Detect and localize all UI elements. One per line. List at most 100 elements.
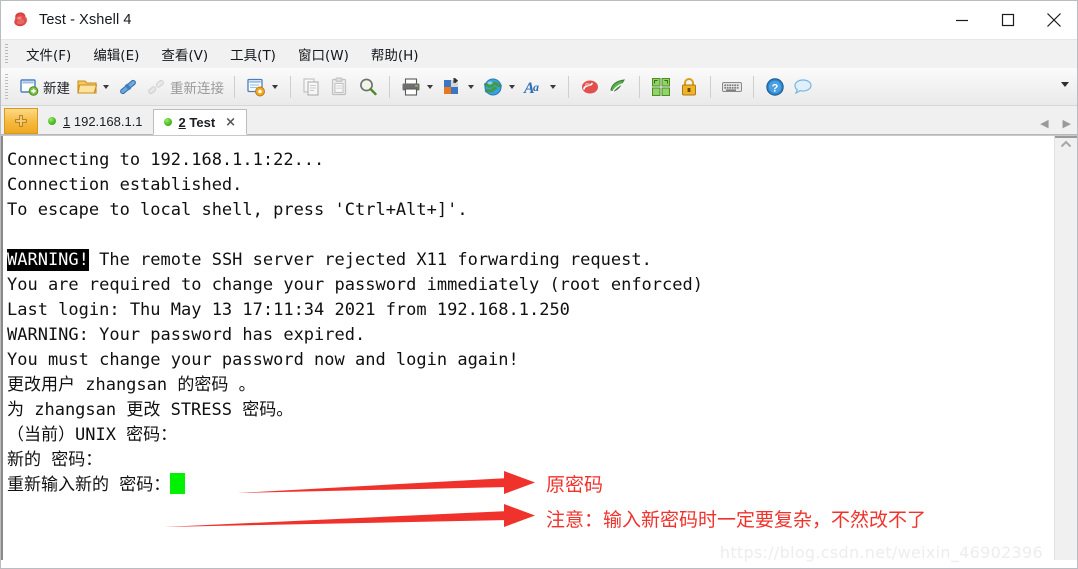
xftp-icon <box>607 76 629 98</box>
close-icon[interactable] <box>1031 1 1077 39</box>
lock-button[interactable] <box>675 72 703 102</box>
toolbar-separator <box>389 75 390 98</box>
tab-number: 2 <box>178 114 186 130</box>
menu-grip-handle[interactable] <box>5 44 8 65</box>
tab-status-icon <box>163 118 172 126</box>
help-button[interactable]: ? <box>761 72 789 102</box>
compose-pane-icon <box>650 76 672 98</box>
toolbar-grip-handle[interactable] <box>5 74 8 100</box>
window-controls <box>939 1 1077 39</box>
tab-number: 1 <box>63 113 71 129</box>
web-button[interactable] <box>479 72 520 102</box>
terminal-line: WARNING: Your password has expired. <box>7 325 366 345</box>
toolbar-overflow-icon[interactable] <box>1061 82 1069 87</box>
terminal-line: Connection established. <box>7 175 243 195</box>
xftp-button[interactable] <box>604 72 632 102</box>
print-dropdown-icon[interactable] <box>427 84 433 89</box>
font-icon: A a <box>523 76 545 98</box>
tab-scroll-right-icon[interactable]: ▶ <box>1063 117 1071 130</box>
disconnect-icon <box>145 76 167 98</box>
reconnect-label: 重新连接 <box>170 80 224 97</box>
terminal-line: Last login: Thu May 13 17:11:34 2021 fro… <box>7 300 570 320</box>
terminal-line: Connecting to 192.168.1.1:22... <box>7 150 325 170</box>
new-session-button[interactable]: 新建 <box>15 72 73 102</box>
tab-close-icon[interactable]: × <box>225 115 236 130</box>
terminal-output[interactable]: Connecting to 192.168.1.1:22... Connecti… <box>1 136 1054 560</box>
terminal-line-current-password-prompt: （当前）UNIX 密码： <box>7 425 178 445</box>
tab-scroll-left-icon[interactable]: ◀ <box>1040 117 1048 130</box>
paste-button[interactable] <box>326 72 354 102</box>
keyboard-icon <box>721 76 743 98</box>
xshell-button[interactable] <box>576 72 604 102</box>
color-scheme-icon <box>441 76 463 98</box>
keyboard-button[interactable] <box>718 72 746 102</box>
terminal-scrollbar[interactable] <box>1054 136 1077 560</box>
menu-item-view[interactable]: 查看(V) <box>150 42 219 66</box>
menu-item-tools[interactable]: 工具(T) <box>219 42 287 66</box>
open-folder-dropdown-icon[interactable] <box>103 84 109 89</box>
connect-button[interactable] <box>114 72 142 102</box>
terminal-line: To escape to local shell, press 'Ctrl+Al… <box>7 200 468 220</box>
color-scheme-button[interactable] <box>438 72 479 102</box>
font-dropdown-icon[interactable] <box>550 84 556 89</box>
terminal-area: Connecting to 192.168.1.1:22... Connecti… <box>1 135 1077 560</box>
menu-bar: 文件(F) 编辑(E) 查看(V) 工具(T) 窗口(W) 帮助(H) <box>1 39 1077 68</box>
web-icon <box>482 76 504 98</box>
lock-icon <box>678 76 700 98</box>
toolbar-separator <box>568 75 569 98</box>
print-icon <box>400 76 422 98</box>
find-button[interactable] <box>354 72 382 102</box>
session-properties-button[interactable] <box>242 72 283 102</box>
svg-text:?: ? <box>772 82 779 94</box>
menu-item-window[interactable]: 窗口(W) <box>287 42 360 66</box>
title-bar-left: Test - Xshell 4 <box>1 11 132 29</box>
tab-label: 192.168.1.1 <box>73 113 143 129</box>
color-scheme-dropdown-icon[interactable] <box>468 84 474 89</box>
terminal-line: You must change your password now and lo… <box>7 350 519 370</box>
compose-pane-button[interactable] <box>647 72 675 102</box>
reconnect-button[interactable]: 重新连接 <box>142 72 227 102</box>
xshell-window: Test - Xshell 4 文件(F) 编辑(E) 查看(V) 工具(T) … <box>0 0 1078 569</box>
toolbar-separator <box>234 75 235 98</box>
chat-button[interactable] <box>789 72 817 102</box>
paste-icon <box>329 76 351 98</box>
print-button[interactable] <box>397 72 438 102</box>
svg-text:a: a <box>533 80 539 94</box>
maximize-icon[interactable] <box>985 1 1031 39</box>
find-icon <box>357 76 379 98</box>
connect-icon <box>117 76 139 98</box>
menu-item-edit[interactable]: 编辑(E) <box>82 42 150 66</box>
tab-test[interactable]: 2 Test × <box>152 109 248 135</box>
toolbar-separator <box>290 75 291 98</box>
session-properties-dropdown-icon[interactable] <box>272 84 278 89</box>
new-tab-icon[interactable] <box>4 108 38 134</box>
copy-icon <box>301 76 323 98</box>
tab-label: Test <box>189 114 216 130</box>
terminal-line: You are required to change your password… <box>7 275 703 295</box>
terminal-line-rest: The remote SSH server rejected X11 forwa… <box>88 250 652 270</box>
web-dropdown-icon[interactable] <box>509 84 515 89</box>
terminal-line-new-password-prompt: 新的 密码： <box>7 450 103 470</box>
menu-item-help[interactable]: 帮助(H) <box>360 42 430 66</box>
font-button[interactable]: A a <box>520 72 561 102</box>
new-session-label: 新建 <box>43 80 70 97</box>
terminal-inverted-text: WARNING! <box>7 249 89 271</box>
tab-bar: 1 192.168.1.1 2 Test × ◀ ▶ <box>1 106 1077 135</box>
terminal-cursor <box>170 473 186 494</box>
toolbar: 新建 重新连接 A a ? <box>1 68 1077 106</box>
copy-button[interactable] <box>298 72 326 102</box>
open-folder-button[interactable] <box>73 72 114 102</box>
terminal-line: 更改用户 zhangsan 的密码 。 <box>7 375 256 395</box>
tab-192-168-1-1[interactable]: 1 192.168.1.1 <box>38 108 153 134</box>
window-title: Test - Xshell 4 <box>39 11 132 28</box>
chat-icon <box>792 76 814 98</box>
minimize-icon[interactable] <box>939 1 985 39</box>
terminal-line-warning: WARNING! The remote SSH server rejected … <box>7 248 1054 273</box>
session-properties-icon <box>245 76 267 98</box>
open-folder-icon <box>76 76 98 98</box>
scroll-up-icon[interactable] <box>1055 140 1077 149</box>
terminal-line: 为 zhangsan 更改 STRESS 密码。 <box>7 400 294 420</box>
terminal-line-retype-password-prompt: 重新输入新的 密码： <box>7 473 1054 498</box>
menu-item-file[interactable]: 文件(F) <box>15 42 82 66</box>
